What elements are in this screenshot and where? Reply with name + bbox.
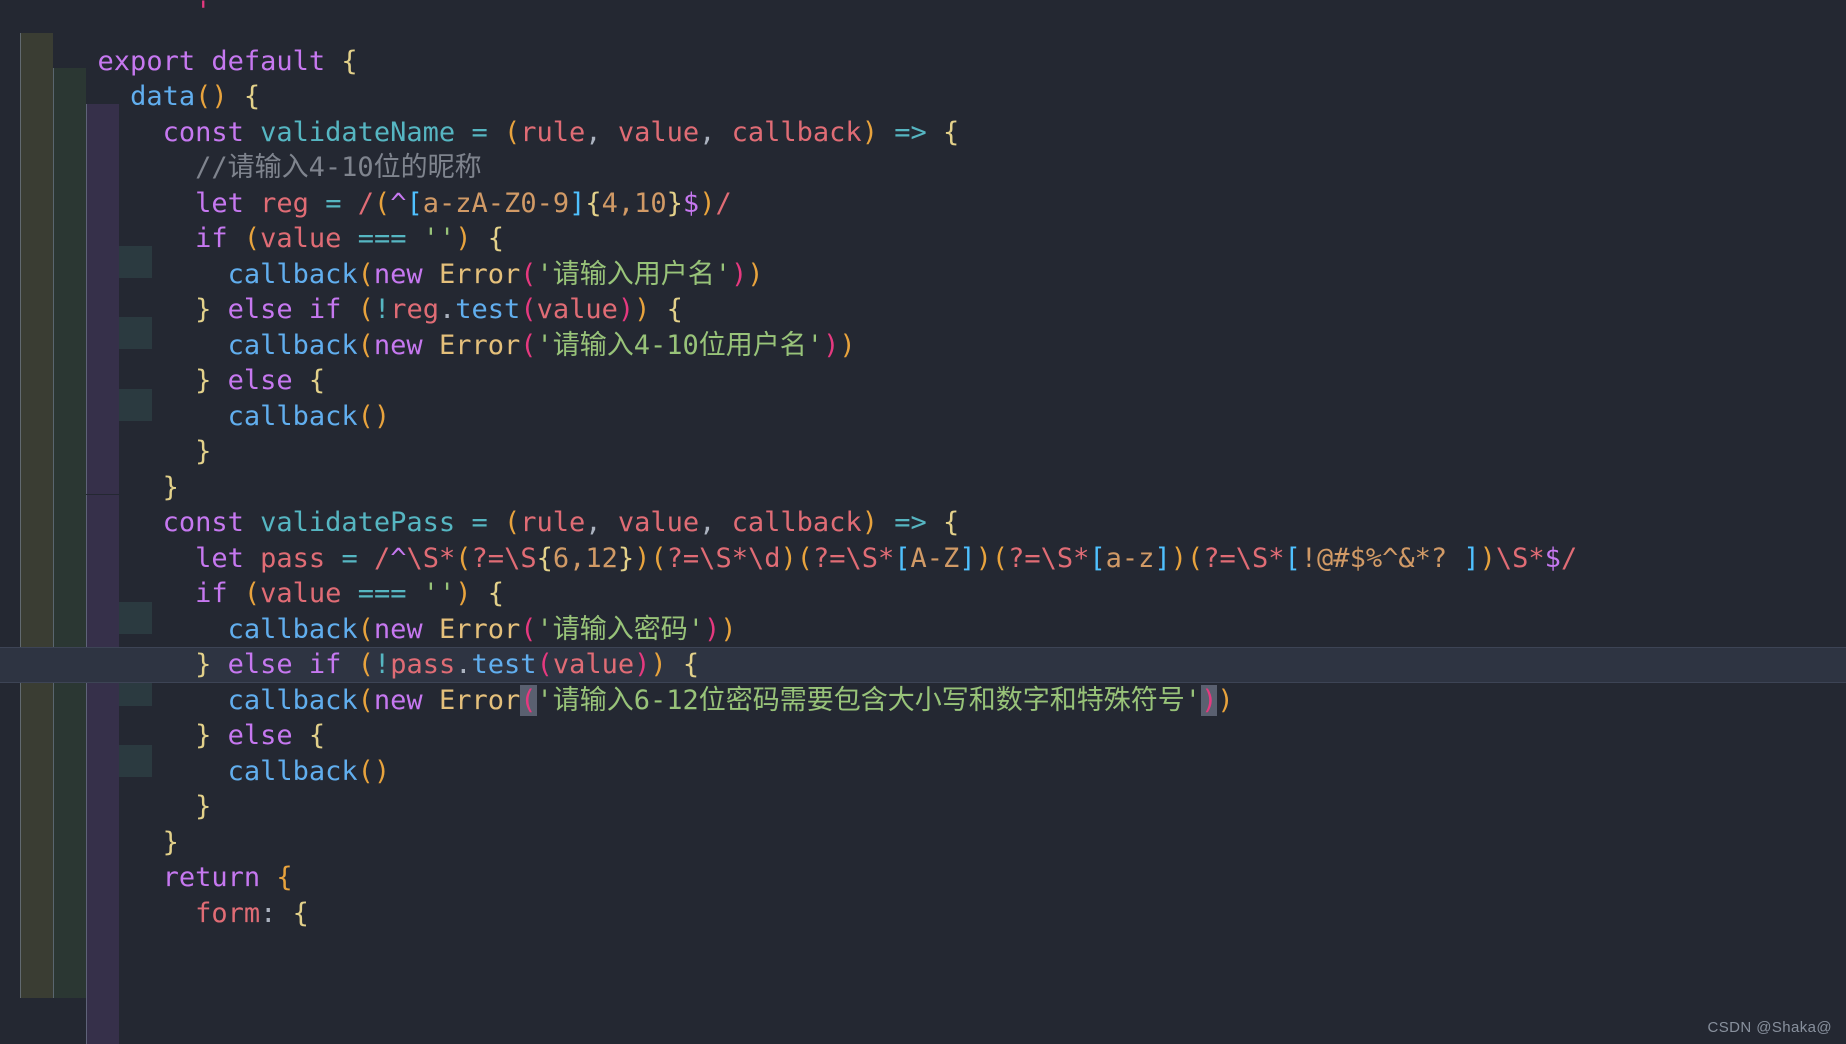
line-16-tokens: if (value === '') { [195, 578, 505, 609]
line-21-tokens: callback() [227, 755, 391, 787]
err-username-format: 请输入4-10位用户名 [552, 329, 807, 361]
err-username-empty: 请输入用户名 [552, 258, 715, 290]
code-surface[interactable]: ' export default { data() { const valida… [0, 0, 1846, 1044]
code-line-partial-top[interactable]: ' [0, 0, 1846, 8]
line-12-tokens: } [195, 436, 212, 467]
code-editor[interactable]: ' export default { data() { const valida… [0, 0, 1846, 1044]
line-19-tokens: callback(new Error('请输入6-12位密码需要包含大小写和数字… [227, 684, 1234, 716]
code-line-1[interactable]: export default { [0, 8, 1846, 77]
line-10-tokens: } else { [195, 365, 326, 396]
bracket-match-open: ( [520, 684, 537, 716]
line-14-tokens: const validatePass = (rule, value, callb… [162, 507, 960, 538]
code-line-13[interactable]: } [0, 434, 1846, 503]
code-line-3[interactable]: const validateName = (rule, value, callb… [0, 79, 1846, 148]
code-line-23[interactable]: } [0, 789, 1846, 858]
line-5-tokens: let reg = /(^[a-zA-Z0-9]{4,10}$)/ [195, 187, 732, 219]
line-1-tokens: export default { [97, 45, 358, 77]
csdn-watermark: CSDN @Shaka@ [1707, 1019, 1832, 1036]
line-20-tokens: } else { [195, 720, 326, 751]
line-18-tokens: } else if (!pass.test(value)) { [195, 649, 700, 680]
line-11-tokens: callback() [227, 400, 391, 432]
line-23-tokens: } [162, 826, 179, 858]
line-9-tokens: callback(new Error('请输入4-10位用户名')) [227, 329, 856, 361]
line-2-tokens: data() { [130, 81, 261, 112]
line-6-tokens: if (value === '') { [195, 223, 505, 254]
bracket-match-close: ) [1201, 684, 1218, 716]
line-3-tokens: const validateName = (rule, value, callb… [162, 116, 960, 148]
line-13-tokens: } [162, 471, 179, 503]
code-line-14[interactable]: const validatePass = (rule, value, callb… [0, 470, 1846, 538]
line-15-tokens: let pass = /^\S*(?=\S{6,12})(?=\S*\d)(?=… [195, 542, 1578, 574]
line-4-tokens: //请输入4-10位的昵称 [98, 152, 482, 183]
err-password-format: 请输入6-12位密码需要包含大小写和数字和特殊符号 [552, 684, 1185, 716]
line-25-tokens: form: { [195, 897, 309, 929]
code-line-24[interactable]: return { [0, 825, 1846, 893]
line-8-tokens: } else if (!reg.test(value)) { [195, 294, 683, 325]
line-22-tokens: } [195, 791, 212, 822]
line-17-tokens: callback(new Error('请输入密码')) [227, 613, 737, 645]
err-password-empty: 请输入密码 [552, 613, 688, 645]
partial-glyph: ' [98, 0, 211, 8]
line-24-tokens: return { [162, 862, 293, 893]
comment-nickname: //请输入4-10位的昵称 [195, 152, 482, 183]
line-7-tokens: callback(new Error('请输入用户名')) [227, 258, 764, 290]
